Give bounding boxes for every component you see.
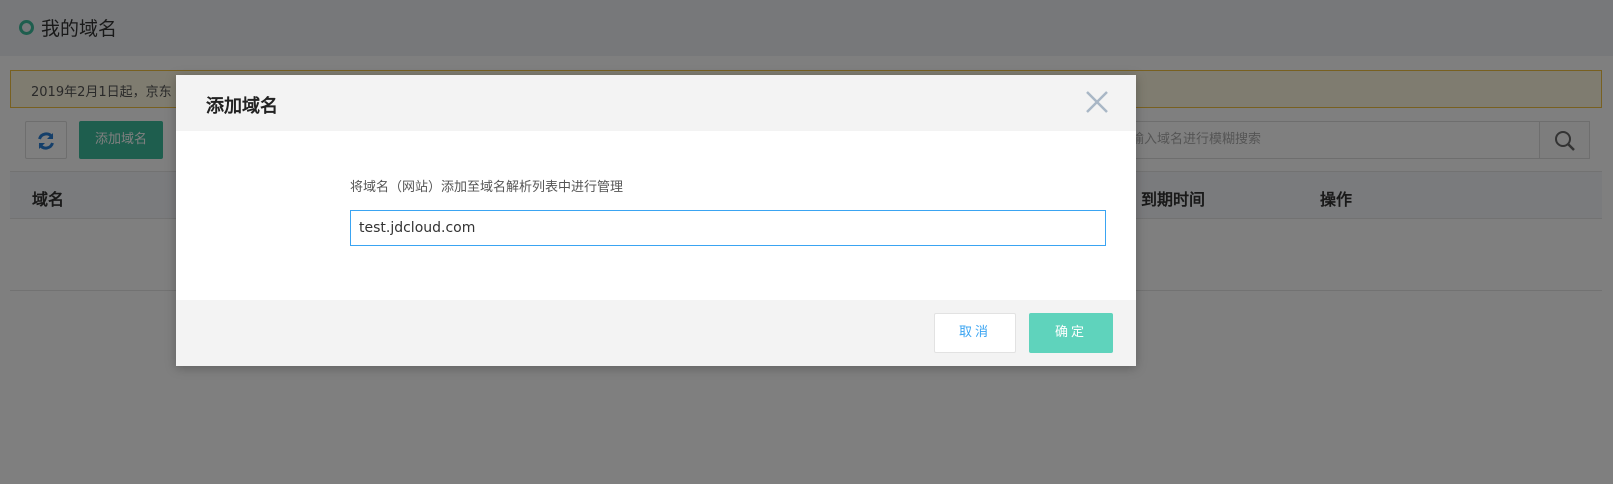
cancel-button[interactable]: 取消 [934, 313, 1016, 353]
confirm-button[interactable]: 确定 [1029, 313, 1113, 353]
add-domain-dialog: 添加域名 将域名（网站）添加至域名解析列表中进行管理 取消 确定 [176, 75, 1136, 366]
domain-input[interactable] [350, 210, 1106, 246]
domain-field-label: 将域名（网站）添加至域名解析列表中进行管理 [350, 180, 624, 195]
dialog-title: 添加域名 [206, 96, 278, 117]
close-icon [1086, 91, 1108, 113]
close-button[interactable] [1084, 89, 1110, 115]
dialog-footer: 取消 确定 [176, 300, 1136, 366]
dialog-header: 添加域名 [176, 75, 1136, 131]
